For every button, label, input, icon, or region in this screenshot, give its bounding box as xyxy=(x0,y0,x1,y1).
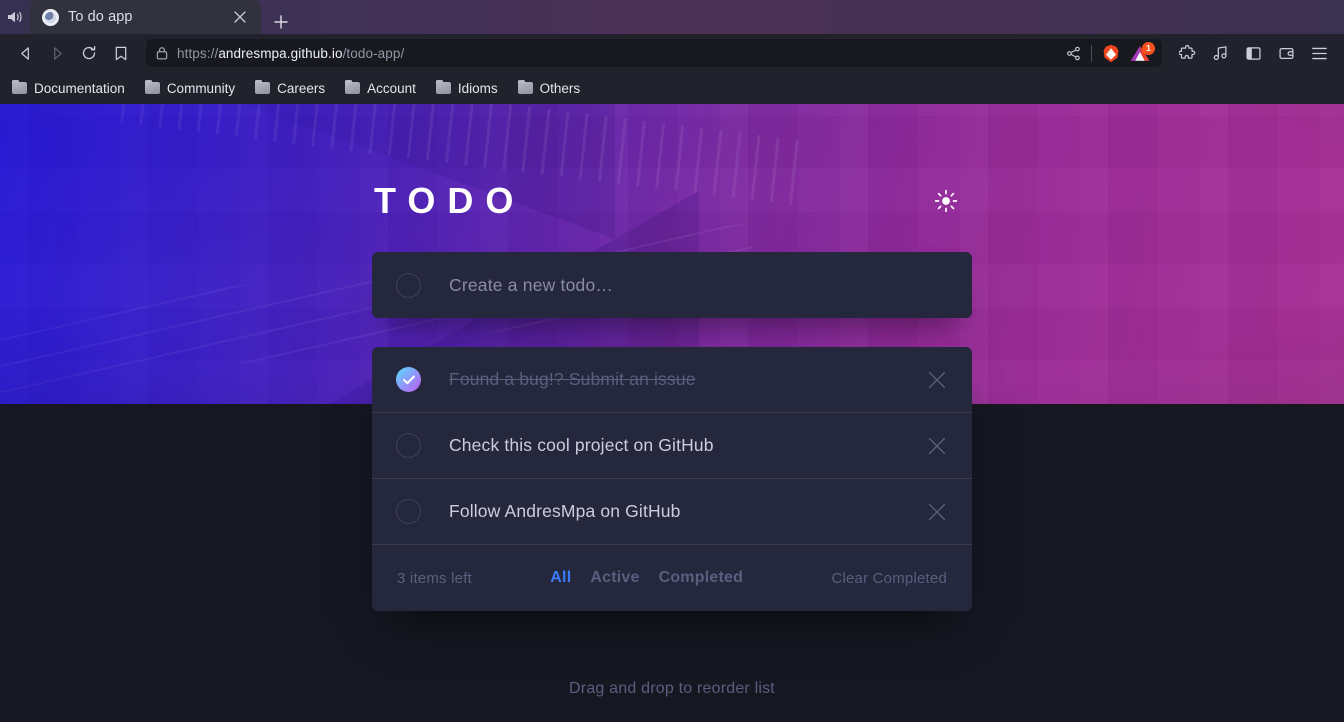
navigation-toolbar: https://andresmpa.github.io/todo-app/ 1 xyxy=(0,34,1344,72)
bookmark-label: Documentation xyxy=(34,80,125,96)
filter-completed[interactable]: Completed xyxy=(659,569,743,587)
bookmark-community[interactable]: Community xyxy=(144,79,236,96)
bookmark-label: Careers xyxy=(277,80,326,96)
folder-icon xyxy=(435,79,451,94)
filter-active[interactable]: Active xyxy=(590,569,639,587)
address-bar[interactable]: https://andresmpa.github.io/todo-app/ 1 xyxy=(146,39,1162,67)
todo-item-label: Check this cool project on GitHub xyxy=(449,435,714,455)
browser-tab[interactable]: To do app xyxy=(30,0,261,34)
todo-item[interactable]: Found a bug!? Submit an issue xyxy=(372,347,972,413)
new-todo-input-row[interactable]: Create a new todo… xyxy=(372,252,972,318)
bookmark-account[interactable]: Account xyxy=(345,79,416,96)
bookmark-idioms[interactable]: Idioms xyxy=(435,79,498,96)
todo-checkbox[interactable] xyxy=(396,433,421,458)
bookmarks-bar: Documentation Community Careers Account … xyxy=(0,72,1344,104)
new-todo-input[interactable]: Create a new todo… xyxy=(449,275,613,296)
todo-item-label: Found a bug!? Submit an issue xyxy=(449,369,696,389)
music-note-icon[interactable] xyxy=(1205,38,1235,68)
clear-completed-button[interactable]: Clear Completed xyxy=(831,570,947,587)
sidebar-panel-icon[interactable] xyxy=(1238,38,1268,68)
todo-item[interactable]: Follow AndresMpa on GitHub xyxy=(372,479,972,545)
tab-strip: To do app xyxy=(0,0,1344,34)
todo-item-label: Follow AndresMpa on GitHub xyxy=(449,501,681,521)
todo-checkbox[interactable] xyxy=(396,499,421,524)
bookmark-label: Others xyxy=(539,80,581,96)
toolbar-divider xyxy=(1091,44,1092,62)
rewards-badge-count: 1 xyxy=(1142,41,1155,55)
address-bar-url: https://andresmpa.github.io/todo-app/ xyxy=(177,45,405,61)
filter-group: All Active Completed xyxy=(462,569,832,587)
brave-lion-icon[interactable] xyxy=(1102,44,1120,63)
new-todo-checkbox[interactable] xyxy=(396,272,421,298)
bookmark-label: Account xyxy=(367,80,416,96)
browser-window: To do app https://andresmpa.github.io/to… xyxy=(0,0,1344,722)
browser-toolbar-icons xyxy=(1170,38,1334,68)
sun-icon[interactable] xyxy=(933,188,959,214)
bookmark-label: Community xyxy=(166,80,236,96)
bookmark-documentation[interactable]: Documentation xyxy=(12,79,125,96)
wallet-icon[interactable] xyxy=(1271,38,1301,68)
brave-rewards-triangle-icon[interactable]: 1 xyxy=(1130,41,1155,62)
tab-favicon-icon xyxy=(42,8,59,26)
tab-title: To do app xyxy=(68,9,133,25)
folder-icon xyxy=(517,79,533,94)
folder-icon xyxy=(345,79,361,94)
bookmark-label: Idioms xyxy=(457,80,498,96)
todo-item[interactable]: Check this cool project on GitHub xyxy=(372,413,972,479)
share-icon[interactable] xyxy=(1066,46,1081,61)
bookmark-others[interactable]: Others xyxy=(517,79,581,96)
bookmark-careers[interactable]: Careers xyxy=(255,79,326,96)
hamburger-menu-icon[interactable] xyxy=(1304,38,1334,68)
delete-todo-icon[interactable] xyxy=(926,369,948,391)
delete-todo-icon[interactable] xyxy=(926,435,948,457)
folder-icon xyxy=(144,79,160,94)
folder-icon xyxy=(255,79,271,94)
filter-all[interactable]: All xyxy=(550,569,571,587)
items-left-count: 3 items left xyxy=(397,569,472,587)
tab-close-icon[interactable] xyxy=(228,5,252,29)
bookmark-icon[interactable] xyxy=(106,38,136,68)
app-header: TODO xyxy=(372,177,972,225)
todo-app: TODO Create a new todo… Found a bug!? Su… xyxy=(372,104,972,698)
reload-icon[interactable] xyxy=(74,38,104,68)
todo-checkbox-checked[interactable] xyxy=(396,367,421,392)
lock-icon xyxy=(156,46,168,60)
back-arrow-icon[interactable] xyxy=(10,38,40,68)
page-viewport: TODO Create a new todo… Found a bug!? Su… xyxy=(0,104,1344,722)
folder-icon xyxy=(12,79,27,94)
drag-drop-hint: Drag and drop to reorder list xyxy=(569,680,775,697)
extensions-puzzle-icon[interactable] xyxy=(1172,38,1202,68)
page-title: TODO xyxy=(374,180,526,221)
delete-todo-icon[interactable] xyxy=(926,501,948,523)
tab-audio-indicator[interactable] xyxy=(0,0,30,34)
forward-arrow-icon[interactable] xyxy=(42,38,72,68)
todo-footer: 3 items left All Active Completed Clear … xyxy=(372,545,972,611)
todo-list: Found a bug!? Submit an issue Check this… xyxy=(372,347,972,611)
new-tab-button[interactable] xyxy=(269,10,293,34)
